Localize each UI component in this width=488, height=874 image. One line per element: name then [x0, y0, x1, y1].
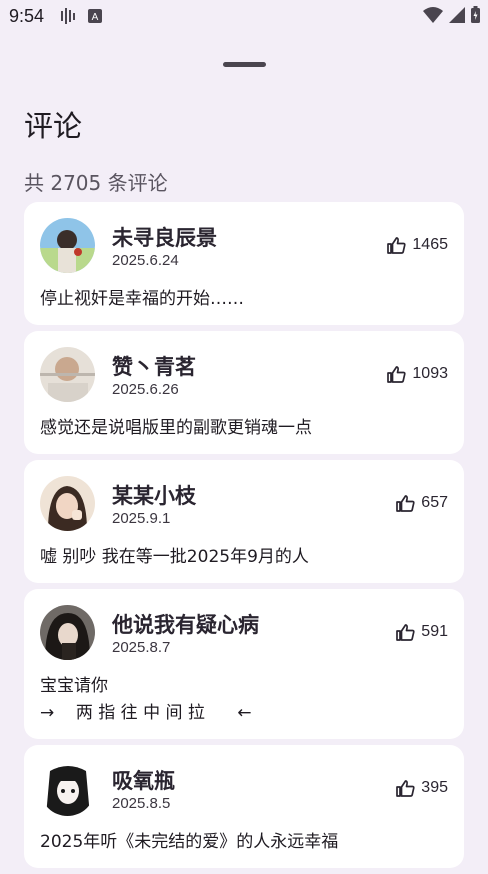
like-button[interactable]: 395: [396, 779, 448, 797]
comment-date: 2025.8.7: [112, 639, 171, 656]
thumb-up-icon: [387, 236, 407, 254]
comments-sheet: 评论 共 2705 条评论 未寻良辰景 2025.6.24 1465 停止视奸是…: [0, 0, 488, 869]
comment-count: 共 2705 条评论: [24, 171, 168, 195]
avatar[interactable]: [40, 347, 95, 402]
comment-date: 2025.6.26: [112, 381, 179, 398]
comment-text: 停止视奸是幸福的开始……: [40, 289, 244, 309]
thumb-up-icon: [387, 365, 407, 383]
drag-handle[interactable]: [223, 62, 266, 67]
commenter-name: 他说我有疑心病: [112, 613, 259, 637]
commenter-name: 吸氧瓶: [112, 769, 175, 793]
avatar[interactable]: [40, 605, 95, 660]
comment-list: 未寻良辰景 2025.6.24 1465 停止视奸是幸福的开始…… 赞丶青茗 2…: [24, 202, 464, 874]
comment-date: 2025.8.5: [112, 795, 171, 812]
thumb-up-icon: [396, 494, 415, 512]
page-title: 评论: [24, 109, 83, 143]
like-count: 591: [421, 623, 448, 640]
commenter-name: 赞丶青茗: [112, 355, 196, 379]
comment-card[interactable]: 他说我有疑心病 2025.8.7 591 宝宝请你 → 两 指 往 中 间 拉 …: [24, 589, 464, 739]
comment-date: 2025.6.24: [112, 252, 179, 269]
like-button[interactable]: 657: [396, 494, 448, 512]
like-button[interactable]: 1093: [387, 365, 448, 383]
comment-card[interactable]: 赞丶青茗 2025.6.26 1093 感觉还是说唱版里的副歌更销魂一点: [24, 331, 464, 454]
avatar[interactable]: [40, 476, 95, 531]
like-button[interactable]: 1465: [387, 236, 448, 254]
comment-text: 2025年听《未完结的爱》的人永远幸福: [40, 832, 339, 852]
like-button[interactable]: 591: [396, 623, 448, 641]
comment-text: 感觉还是说唱版里的副歌更销魂一点: [40, 418, 312, 438]
commenter-name: 未寻良辰景: [112, 226, 217, 250]
avatar[interactable]: [40, 761, 95, 816]
commenter-name: 某某小枝: [112, 484, 196, 508]
comment-card[interactable]: 某某小枝 2025.9.1 657 嘘 别吵 我在等一批2025年9月的人: [24, 460, 464, 583]
comment-card[interactable]: 吸氧瓶 2025.8.5 395 2025年听《未完结的爱》的人永远幸福: [24, 745, 464, 868]
comment-text: 宝宝请你 → 两 指 往 中 间 拉 ←: [40, 676, 252, 723]
thumb-up-icon: [396, 623, 415, 641]
like-count: 395: [421, 779, 448, 796]
like-count: 1465: [412, 236, 448, 253]
thumb-up-icon: [396, 779, 415, 797]
comment-date: 2025.9.1: [112, 510, 171, 527]
comment-text: 嘘 别吵 我在等一批2025年9月的人: [40, 547, 309, 567]
like-count: 1093: [412, 365, 448, 382]
avatar[interactable]: [40, 218, 95, 273]
comment-card[interactable]: 未寻良辰景 2025.6.24 1465 停止视奸是幸福的开始……: [24, 202, 464, 325]
like-count: 657: [421, 494, 448, 511]
